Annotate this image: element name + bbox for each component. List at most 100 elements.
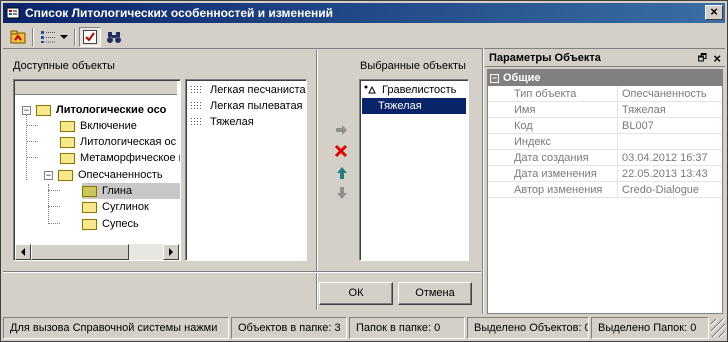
tree-item-label: Глина [102, 185, 133, 197]
folder-icon [60, 120, 75, 132]
open-folder-icon [82, 185, 97, 197]
tree-item-label: Суглинок [102, 201, 149, 213]
tree-item-lithological[interactable]: Литологическая ос [60, 134, 176, 150]
property-key: Индекс [488, 134, 618, 149]
find-button[interactable] [103, 27, 125, 47]
dropdown-arrow-icon [60, 35, 68, 39]
title-bar: Список Литологических особенностей и изм… [3, 3, 725, 23]
list-item-label: Тяжелая [210, 116, 254, 128]
property-key: Имя [488, 102, 618, 117]
property-row[interactable]: Дата изменения 22.05.2013 13:43 [488, 166, 722, 182]
toolbar [3, 25, 725, 49]
status-selected-folders: Выделено Папок: 0 [591, 317, 709, 339]
arrow-up-icon [337, 167, 347, 179]
property-key: Код [488, 118, 618, 133]
property-row[interactable]: Код BL007 [488, 118, 722, 134]
collapse-toggle[interactable]: − [44, 170, 53, 180]
tree-item-inclusion[interactable]: Включение [60, 118, 137, 134]
property-group-header[interactable]: − Общие [488, 70, 722, 86]
properties-title: Параметры Объекта [489, 52, 601, 64]
tree-horizontal-scrollbar[interactable] [15, 244, 179, 260]
scroll-thumb[interactable] [31, 244, 129, 260]
group-collapse-toggle[interactable]: − [490, 73, 499, 83]
tree-item-sandiness[interactable]: − Опесчаненность [44, 167, 163, 183]
property-value [618, 134, 722, 149]
folder-up-button[interactable] [7, 27, 29, 47]
tree-item-loam[interactable]: Суглинок [82, 199, 149, 215]
properties-close-button[interactable]: × [713, 50, 721, 67]
available-objects-label: Доступные объекты [13, 60, 115, 72]
view-mode-button[interactable] [37, 27, 71, 47]
collapse-toggle[interactable]: − [22, 105, 31, 115]
add-button[interactable] [334, 122, 350, 138]
scroll-right-button[interactable] [163, 244, 179, 260]
property-row[interactable]: Индекс [488, 134, 722, 150]
scroll-left-button[interactable] [15, 244, 31, 260]
property-value: Опесчаненность [622, 88, 707, 100]
property-key: Дата создания [488, 150, 618, 165]
toolbar-separator [32, 28, 34, 46]
list-item[interactable]: Легкая песчаниста [188, 82, 306, 98]
tree-item-label: Супесь [102, 218, 139, 230]
cancel-button[interactable]: Отмена [398, 282, 472, 305]
selected-objects-label: Выбранные объекты [360, 60, 466, 72]
property-row[interactable]: Тип объекта Опесчаненность [488, 86, 722, 102]
move-up-button[interactable] [334, 165, 350, 181]
properties-title-bar: Параметры Объекта 🗗 × [485, 50, 725, 67]
check-button[interactable] [79, 27, 101, 47]
folder-icon [60, 136, 75, 148]
tree-connector [26, 125, 38, 126]
pin-icon[interactable]: 🗗 [698, 50, 707, 67]
object-icon [190, 101, 202, 111]
object-icon [190, 85, 202, 95]
tree-connector [48, 206, 60, 207]
tree-connector [26, 108, 27, 180]
status-objects-count: Объектов в папке: 3 [231, 317, 347, 339]
list-item[interactable]: Гравелистость [362, 82, 466, 98]
ok-button[interactable]: ОК [319, 282, 393, 305]
folder-icon [82, 201, 97, 213]
resize-grip[interactable] [711, 319, 725, 337]
property-key: Тип объекта [488, 86, 618, 101]
list-item[interactable]: Легкая пылеватая [188, 98, 303, 114]
remove-button[interactable] [333, 143, 349, 159]
arrow-right-icon [336, 125, 347, 135]
tree-item-metamorphic[interactable]: Метаморфическое и [60, 150, 181, 166]
tree-connector [26, 141, 38, 142]
selected-object-list[interactable]: Гравелистость Тяжелая [359, 79, 469, 261]
folder-icon [60, 152, 75, 164]
tree-connector [26, 157, 38, 158]
tree-header [15, 81, 177, 95]
toolbar-separator [74, 28, 76, 46]
list-item[interactable]: Тяжелая [188, 114, 254, 130]
property-row[interactable]: Имя Тяжелая [488, 102, 722, 118]
list-item-label: Гравелистость [382, 84, 457, 96]
property-value: BL007 [622, 120, 654, 132]
window-close-button[interactable]: × [705, 5, 723, 20]
move-down-button[interactable] [334, 185, 350, 201]
app-icon [6, 7, 20, 19]
tree-item-sandy-loam[interactable]: Супесь [82, 216, 139, 232]
tree-node-icon [364, 85, 376, 94]
available-object-list[interactable]: Легкая песчаниста Легкая пылеватая Тяжел… [185, 79, 307, 261]
tree-item-clay[interactable]: Глина [82, 183, 180, 199]
folder-tree[interactable]: − Литологические осо Включение Литологич… [13, 79, 181, 261]
divider [3, 271, 481, 273]
check-icon [83, 30, 97, 44]
tree-item-lithology-root[interactable]: − Литологические осо [22, 102, 166, 118]
folder-icon [58, 169, 73, 181]
property-row[interactable]: Автор изменения Credo-Dialogue [488, 182, 722, 198]
folder-icon [82, 218, 97, 230]
tree-item-label: Метаморфическое и [80, 152, 181, 164]
tree-item-label: Включение [80, 120, 137, 132]
tree-connector [48, 223, 60, 224]
property-row[interactable]: Дата создания 03.04.2012 16:37 [488, 150, 722, 166]
tree-item-label: Литологическая ос [80, 136, 177, 148]
property-key: Автор изменения [488, 182, 618, 197]
arrow-left-icon [21, 248, 25, 256]
property-grid[interactable]: − Общие Тип объекта Опесчаненность Имя Тяж… [487, 69, 723, 314]
splitter [482, 48, 484, 314]
close-icon [334, 144, 348, 158]
list-item-selected[interactable]: Тяжелая [362, 98, 466, 114]
dialog-window: Список Литологических особенностей и изм… [0, 0, 728, 342]
